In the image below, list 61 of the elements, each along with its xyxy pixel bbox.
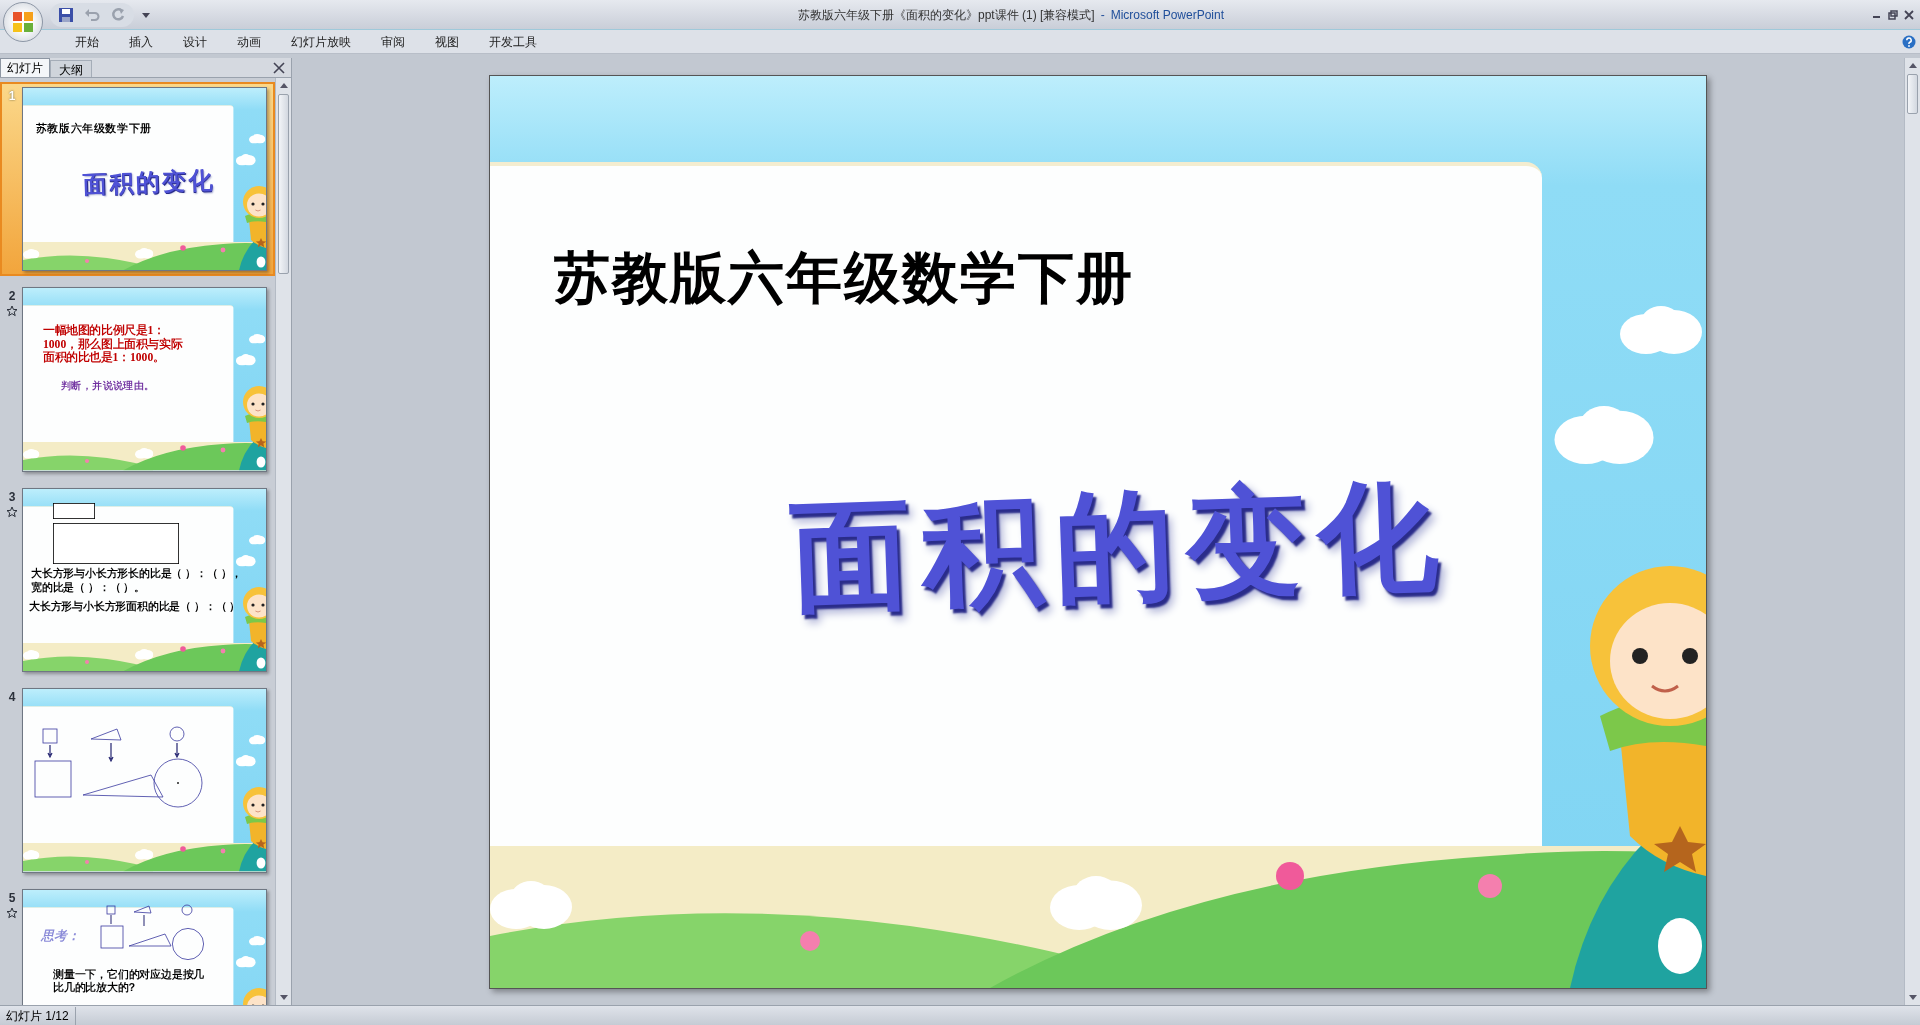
- cloud-drawing: [235, 955, 256, 968]
- scrollbar[interactable]: [1904, 58, 1920, 1005]
- help-icon[interactable]: [1902, 34, 1916, 49]
- slide-number: 5: [8, 889, 16, 907]
- cloud-drawing: [23, 649, 40, 660]
- close-icon[interactable]: [1904, 9, 1914, 20]
- office-button[interactable]: [3, 2, 43, 42]
- ribbon-tab[interactable]: 设计: [168, 30, 222, 53]
- scrollbar[interactable]: [275, 78, 291, 1005]
- ribbon-tab[interactable]: 幻灯片放映: [276, 30, 366, 53]
- cloud-drawing: [249, 534, 266, 545]
- cloud-drawing: [23, 850, 40, 860]
- cloud-drawing: [23, 449, 40, 459]
- cloud-drawing: [135, 248, 154, 259]
- slide-number: 1: [8, 88, 16, 105]
- cloud-drawing: [135, 648, 154, 660]
- slide-heading: 思考：: [41, 926, 80, 945]
- slide-title: 面积的变化: [82, 165, 216, 200]
- slide-text: 判断，并说说理由。: [61, 379, 155, 394]
- slide-subtitle: 苏教版六年级数学下册: [35, 121, 152, 137]
- scrollbar-thumb[interactable]: [1907, 74, 1918, 114]
- cloud-drawing: [235, 354, 256, 366]
- slide-text: 测量一下，它们的对应边是按几比几的比放大的?: [53, 967, 206, 994]
- cloud-drawing: [135, 849, 154, 860]
- app-name: Microsoft PowerPoint: [1110, 6, 1225, 24]
- slide-text: 一幅地图的比例尺是1：1000，那么图上面积与实际面积的比也是1：1000。: [43, 324, 184, 365]
- window-title: 苏教版六年级下册《面积的变化》ppt课件 (1) [兼容模式]: [797, 6, 1095, 24]
- slide-number: 2: [8, 288, 16, 306]
- title-separator: -: [1100, 6, 1105, 24]
- ribbon-tab[interactable]: 开始: [60, 30, 114, 53]
- ribbon-tab[interactable]: 插入: [114, 30, 168, 53]
- save-icon[interactable]: [58, 6, 74, 23]
- ribbon-tab[interactable]: 视图: [420, 30, 474, 53]
- ribbon-tab[interactable]: 开发工具: [474, 30, 552, 53]
- slide-text: 宽的比是（ ）：（ ）。: [31, 580, 146, 593]
- slide-title: 面积的变化: [787, 466, 1453, 626]
- slide-subtitle: 苏教版六年级数学下册: [554, 244, 1134, 311]
- panel-tab[interactable]: 幻灯片: [0, 58, 50, 77]
- slide-thumbnail-item[interactable]: 1 苏教版六年级数学下册 面积的变化: [0, 82, 275, 277]
- cloud-drawing: [249, 935, 266, 946]
- slide-number: 4: [8, 689, 16, 707]
- cloud-drawing: [249, 134, 266, 144]
- restore-icon[interactable]: [1888, 9, 1898, 20]
- cloud-drawing: [235, 755, 256, 767]
- cloud-drawing: [23, 249, 40, 259]
- cloud-drawing: [249, 735, 266, 745]
- scrollbar-thumb[interactable]: [278, 94, 289, 274]
- close-icon[interactable]: [273, 62, 285, 74]
- slide-text: 大长方形与小长方形长的比是（ ）：（ ），: [31, 567, 243, 580]
- ribbon-tab[interactable]: 动画: [222, 30, 276, 53]
- dropdown-icon[interactable]: [142, 10, 150, 19]
- cloud-drawing: [249, 334, 266, 344]
- slide-text: 大长方形与小长方形面积的比是（ ）：（ ）: [29, 599, 241, 615]
- slide-number: 3: [8, 488, 16, 506]
- status-slide-count: 幻灯片 1/12: [0, 1006, 76, 1025]
- cloud-drawing: [235, 554, 256, 567]
- panel-tab[interactable]: 大纲: [50, 60, 92, 77]
- ribbon-tab[interactable]: 审阅: [366, 30, 420, 53]
- cloud-drawing: [235, 154, 256, 166]
- cloud-drawing: [135, 448, 154, 460]
- office-logo-icon: [12, 11, 34, 33]
